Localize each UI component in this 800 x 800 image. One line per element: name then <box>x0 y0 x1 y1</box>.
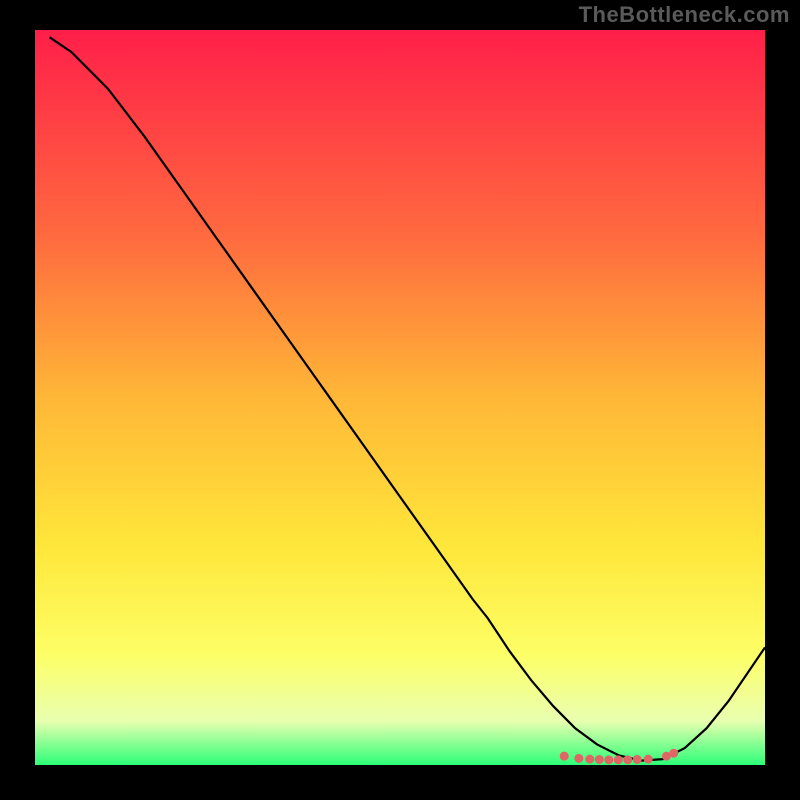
marker-dot <box>574 754 583 763</box>
marker-dot <box>614 755 623 764</box>
marker-dot <box>604 755 613 764</box>
marker-dot <box>585 755 594 764</box>
marker-dot <box>560 752 569 761</box>
chart-frame: { "watermark": "TheBottleneck.com", "col… <box>0 0 800 800</box>
marker-dot <box>623 755 632 764</box>
marker-dot <box>633 755 642 764</box>
bottleneck-chart <box>35 30 765 765</box>
marker-dot <box>644 755 653 764</box>
watermark-text: TheBottleneck.com <box>579 2 790 28</box>
marker-dot <box>595 755 604 764</box>
gradient-background <box>35 30 765 765</box>
plot-area <box>35 30 765 765</box>
marker-dot <box>669 749 678 758</box>
